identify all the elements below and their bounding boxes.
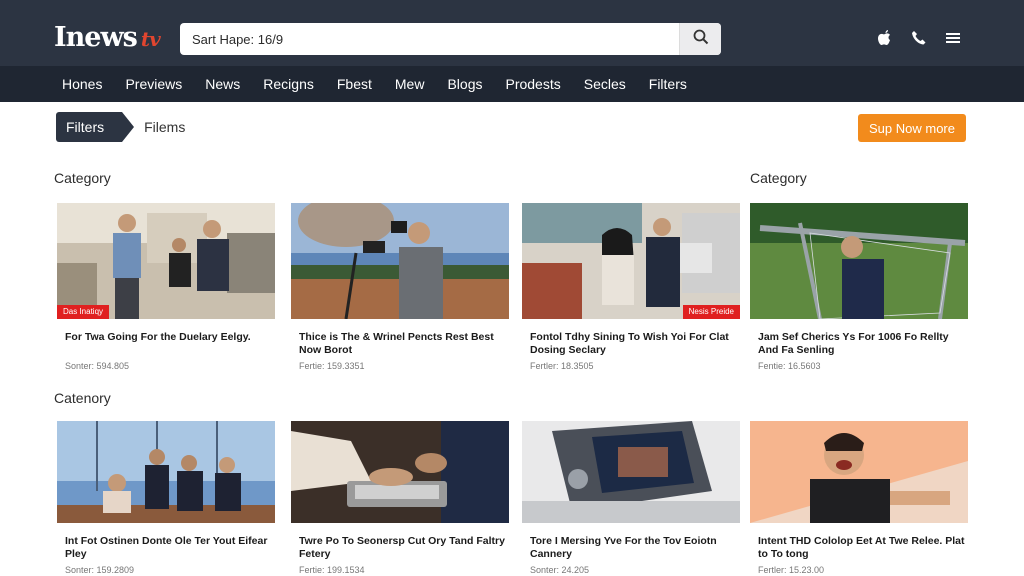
article-thumbnail[interactable] xyxy=(750,421,968,523)
article-meta: Sonter: 159.2809 xyxy=(65,565,135,575)
main-nav: Hones Previews News Recigns Fbest Mew Bl… xyxy=(0,66,1024,102)
article-badge: Das Inatiqy xyxy=(57,305,110,319)
section-title-left: Category xyxy=(54,170,111,186)
nav-item-filters[interactable]: Filters xyxy=(649,76,687,92)
article-title[interactable]: Tore I Mersing Yve For the Tov Eoiotn Ca… xyxy=(522,535,740,561)
article-card[interactable]: Nesis Preide Fontol Tdhy Sining To Wish … xyxy=(522,203,740,371)
nav-item-blogs[interactable]: Blogs xyxy=(447,76,482,92)
article-meta: Fertler: 18.3505 xyxy=(530,361,594,371)
article-badge: Nesis Preide xyxy=(682,305,740,319)
nav-item-secles[interactable]: Secles xyxy=(584,76,626,92)
logo[interactable]: Inews tv xyxy=(54,22,161,53)
nav-item-fbest[interactable]: Fbest xyxy=(337,76,372,92)
article-thumbnail[interactable] xyxy=(291,421,509,523)
nav-item-hones[interactable]: Hones xyxy=(62,76,102,92)
nav-item-news[interactable]: News xyxy=(205,76,240,92)
article-title[interactable]: Intent THD Cololop Eet At Twe Relee. Pla… xyxy=(750,535,968,561)
article-card[interactable]: Twre Po To Seonersp Cut Ory Tand Faltry … xyxy=(291,421,509,575)
top-icons xyxy=(876,29,962,47)
article-thumbnail[interactable] xyxy=(57,421,275,523)
article-meta: Fentie: 16.5603 xyxy=(758,361,821,371)
article-card[interactable]: Das Inatiqy For Twa Going For the Duelar… xyxy=(57,203,275,371)
article-title[interactable]: For Twa Going For the Duelary Eelgy. xyxy=(57,331,275,357)
article-title[interactable]: Fontol Tdhy Sining To Wish Yoi For Clat … xyxy=(522,331,740,357)
section-title-right: Category xyxy=(750,170,807,186)
nav-item-previews[interactable]: Previews xyxy=(125,76,182,92)
article-title[interactable]: Int Fot Ostinen Donte Ole Ter Yout Eifea… xyxy=(57,535,275,561)
logo-accent: tv xyxy=(140,27,161,51)
article-meta: Sonter: 24.205 xyxy=(530,565,590,575)
search-button[interactable] xyxy=(679,23,721,55)
breadcrumb-filters[interactable]: Filters xyxy=(56,112,135,142)
apple-icon[interactable] xyxy=(876,29,894,47)
phone-icon[interactable] xyxy=(910,29,928,47)
article-title[interactable]: Thice is The & Wrinel Pencts Rest Best N… xyxy=(291,331,509,357)
signup-button[interactable]: Sup Now more xyxy=(858,114,966,142)
search-icon xyxy=(693,29,709,50)
logo-text: Inews xyxy=(54,22,138,53)
article-thumbnail[interactable] xyxy=(291,203,509,319)
article-meta: Fertie: 159.3351 xyxy=(299,361,365,371)
article-card[interactable]: Int Fot Ostinen Donte Ole Ter Yout Eifea… xyxy=(57,421,275,575)
article-meta: Fertler: 15.23.00 xyxy=(758,565,825,575)
article-card[interactable]: Thice is The & Wrinel Pencts Rest Best N… xyxy=(291,203,509,371)
article-title[interactable]: Twre Po To Seonersp Cut Ory Tand Faltry … xyxy=(291,535,509,561)
top-bar: Inews tv xyxy=(0,0,1024,66)
breadcrumb-current: Filems xyxy=(144,119,186,135)
nav-item-prodests[interactable]: Prodests xyxy=(505,76,560,92)
search-box xyxy=(180,23,721,55)
breadcrumb: Filters Filems xyxy=(56,112,185,142)
article-thumbnail[interactable]: Nesis Preide xyxy=(522,203,740,319)
article-title[interactable]: Jam Sef Cherics Ys For 1006 Fo Rellty An… xyxy=(750,331,968,357)
article-thumbnail[interactable]: Das Inatiqy xyxy=(57,203,275,319)
article-thumbnail[interactable] xyxy=(750,203,968,319)
nav-item-recigns[interactable]: Recigns xyxy=(263,76,314,92)
menu-icon[interactable] xyxy=(944,29,962,47)
section-title-row2: Catenory xyxy=(54,390,111,406)
article-meta: Sonter: 594.805 xyxy=(65,361,130,371)
article-meta: Fertie: 199.1534 xyxy=(299,565,365,575)
article-card[interactable]: Tore I Mersing Yve For the Tov Eoiotn Ca… xyxy=(522,421,740,575)
article-thumbnail[interactable] xyxy=(522,421,740,523)
article-card[interactable]: Intent THD Cololop Eet At Twe Relee. Pla… xyxy=(750,421,968,575)
article-card[interactable]: Jam Sef Cherics Ys For 1006 Fo Rellty An… xyxy=(750,203,968,371)
nav-item-mew[interactable]: Mew xyxy=(395,76,425,92)
search-input[interactable] xyxy=(180,23,678,55)
